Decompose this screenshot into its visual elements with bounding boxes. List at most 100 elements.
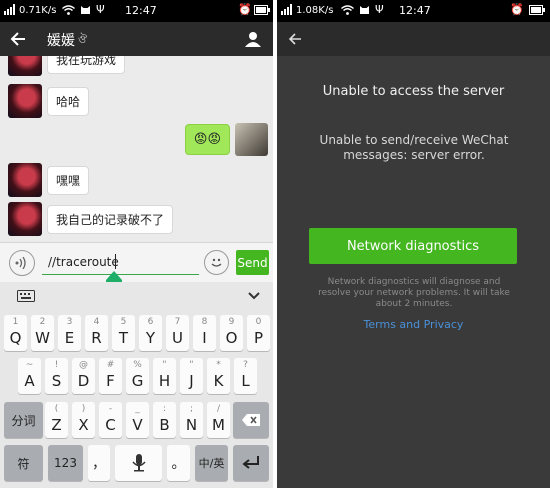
key-symbol: " xyxy=(162,360,167,370)
key-letter: V xyxy=(132,416,143,434)
chat-header: 媛媛 ঔ xyxy=(0,22,273,56)
key-r[interactable]: 4R xyxy=(85,315,108,351)
message-list: 我在玩游戏 哈哈 😡😡 嘿嘿 我自己的记录破不了 xyxy=(0,56,273,242)
key-m[interactable]: / M xyxy=(207,402,230,438)
key-w[interactable]: 2W xyxy=(31,315,54,351)
backspace-key[interactable] xyxy=(233,402,269,438)
self-avatar[interactable] xyxy=(235,123,268,156)
signal-icon xyxy=(4,4,18,18)
key-u[interactable]: 7U xyxy=(166,315,189,351)
network-speed: 1.08K/s xyxy=(296,5,334,16)
back-arrow-icon[interactable] xyxy=(6,28,30,50)
key-letter: R xyxy=(91,329,102,347)
key-f[interactable]: # F xyxy=(99,358,122,394)
key-symbol: 7 xyxy=(174,317,181,327)
key-d[interactable]: @ D xyxy=(72,358,95,394)
key-o[interactable]: 9O xyxy=(220,315,243,351)
clock: 12:47 xyxy=(125,4,157,17)
keyboard-icon[interactable] xyxy=(16,289,36,303)
contact-avatar[interactable] xyxy=(8,56,42,76)
key-e[interactable]: 3E xyxy=(58,315,81,351)
status-bar: 0.71K/s Ψ 12:47 ⏰ xyxy=(0,0,273,22)
key-l[interactable]: ? L xyxy=(234,358,257,394)
message-bubble[interactable]: 我在玩游戏 xyxy=(47,56,126,74)
enter-key[interactable] xyxy=(233,445,269,481)
comma-key[interactable]: ， xyxy=(88,445,110,481)
wifi-icon xyxy=(341,5,354,18)
key-i[interactable]: 8I xyxy=(193,315,216,351)
input-bar: //traceroute Send xyxy=(0,242,273,282)
back-arrow-icon[interactable] xyxy=(283,28,307,50)
key-letter: D xyxy=(77,372,90,390)
key-symbol: ! xyxy=(54,360,59,370)
key-b[interactable]: :B xyxy=(153,402,176,438)
key-letter: S xyxy=(51,372,62,390)
contact-avatar[interactable] xyxy=(8,202,42,236)
message-row: 我自己的记录破不了 xyxy=(8,202,174,236)
key-letter: B xyxy=(159,416,170,434)
alarm-icon: ⏰ xyxy=(238,3,252,16)
emoji-icon[interactable] xyxy=(204,250,229,275)
key-n[interactable]: ; N xyxy=(180,402,203,438)
key-q[interactable]: 1Q xyxy=(4,315,27,351)
key-y[interactable]: 6Y xyxy=(139,315,162,351)
network-diagnostics-button[interactable]: Network diagnostics xyxy=(309,228,517,264)
cat-icon xyxy=(80,4,91,18)
key-symbol: 4 xyxy=(93,317,100,327)
message-bubble[interactable]: 嘿嘿 xyxy=(47,165,90,195)
key-letter: J xyxy=(189,372,194,390)
symbol-key[interactable]: 符 xyxy=(4,445,43,481)
contact-avatar[interactable] xyxy=(8,163,42,197)
key-letter: I xyxy=(202,329,207,347)
usb-icon: Ψ xyxy=(375,3,384,16)
key-symbol: " xyxy=(189,360,194,370)
key-symbol: 3 xyxy=(66,317,73,327)
key-p[interactable]: 0P xyxy=(247,315,270,351)
diagnostics-note: Network diagnostics will diagnose and re… xyxy=(318,277,510,309)
message-row: 嘿嘿 xyxy=(8,163,90,197)
key-j[interactable]: " J xyxy=(180,358,203,394)
voice-icon[interactable] xyxy=(9,250,35,276)
chevron-down-icon[interactable] xyxy=(246,288,262,304)
language-toggle-key[interactable]: 中/英 xyxy=(195,445,228,481)
key-z[interactable]: (Z xyxy=(45,402,68,438)
key-s[interactable]: ! S xyxy=(45,358,68,394)
key-symbol: ? xyxy=(243,360,248,370)
number-key[interactable]: 123 xyxy=(48,445,83,481)
backspace-icon xyxy=(233,402,269,438)
status-bar: 1.08K/s Ψ 12:47 ⏰ xyxy=(277,0,550,22)
key-h[interactable]: " H xyxy=(153,358,176,394)
key-x[interactable]: ) X xyxy=(72,402,95,438)
contact-avatar[interactable] xyxy=(8,84,42,118)
message-bubble-self[interactable]: 😡😡 xyxy=(184,124,230,155)
key-letter: L xyxy=(241,372,250,390)
send-button[interactable]: Send xyxy=(236,250,269,275)
key-symbol: ; xyxy=(189,404,194,414)
key-letter: G xyxy=(131,372,144,390)
key-letter: F xyxy=(106,372,115,390)
error-title: Unable to access the server xyxy=(322,84,505,99)
fenci-key[interactable]: 分词 xyxy=(4,402,43,438)
key-g[interactable]: % G xyxy=(126,358,149,394)
key-symbol: _ xyxy=(135,404,140,414)
key-symbol: 1 xyxy=(12,317,19,327)
key-symbol: 0 xyxy=(255,317,262,327)
key-c[interactable]: -C xyxy=(99,402,122,438)
key-symbol: ) xyxy=(81,404,86,414)
key-letter: Z xyxy=(51,416,62,434)
key-k[interactable]: * K xyxy=(207,358,230,394)
message-bubble[interactable]: 我自己的记录破不了 xyxy=(47,204,174,234)
key-v[interactable]: _ V xyxy=(126,402,149,438)
enter-icon xyxy=(233,445,269,481)
battery-icon xyxy=(254,5,270,18)
terms-privacy-link[interactable]: Terms and Privacy xyxy=(277,318,550,331)
key-symbol: # xyxy=(106,360,115,370)
key-a[interactable]: ~ A xyxy=(18,358,41,394)
message-bubble[interactable]: 哈哈 xyxy=(47,86,90,116)
space-key[interactable] xyxy=(115,445,162,481)
key-symbol: 5 xyxy=(120,317,127,327)
period-key[interactable]: 。 xyxy=(167,445,190,481)
key-t[interactable]: 5T xyxy=(112,315,135,351)
person-icon[interactable] xyxy=(242,28,264,50)
network-speed: 0.71K/s xyxy=(19,5,57,16)
